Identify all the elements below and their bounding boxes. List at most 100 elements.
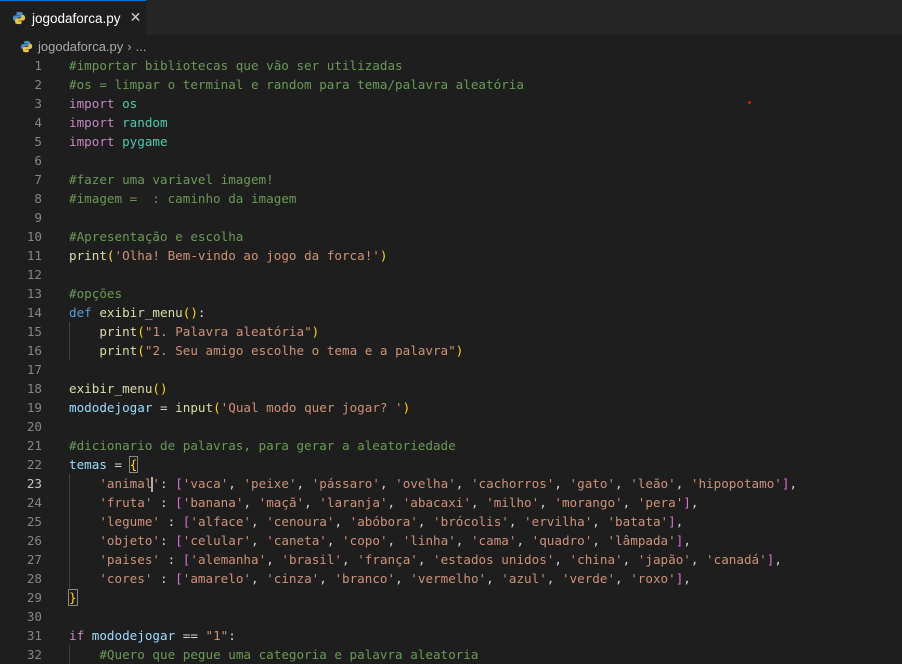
line-number: 13	[26, 286, 42, 301]
line-number: 18	[26, 381, 42, 396]
line-number: 30	[26, 609, 42, 624]
code-token: [	[175, 476, 183, 491]
code-text: 'animal': ['vaca', 'peixe', 'pássaro', '…	[69, 474, 797, 493]
code-token: 'pera'	[637, 495, 684, 510]
code-editor[interactable]: 1 #importar bibliotecas que vão ser utili…	[0, 56, 902, 664]
code-token: ==	[175, 628, 206, 643]
code-line-25[interactable]: 25 'legume' : ['alface', 'cenoura', 'abó…	[0, 512, 902, 531]
code-line-2[interactable]: 2 #os = limpar o terminal e random para t…	[0, 75, 902, 94]
breadcrumb-file[interactable]: jogodaforca.py	[38, 39, 123, 54]
close-icon[interactable]: ✕	[130, 11, 142, 25]
code-text: 'objeto': ['celular', 'caneta', 'copo', …	[69, 531, 691, 550]
indent-guide	[69, 322, 70, 360]
code-token: 'branco'	[334, 571, 396, 586]
breadcrumb-more[interactable]: ...	[136, 39, 147, 54]
code-token: 'alface'	[190, 514, 252, 529]
code-line-23[interactable]: 23 'animal': ['vaca', 'peixe', 'pássaro'…	[0, 474, 902, 493]
line-number: 23	[26, 476, 42, 491]
code-token: random	[122, 115, 168, 130]
code-token: 'vaca'	[182, 476, 229, 491]
code-token: )	[311, 324, 320, 339]
code-token: print	[69, 248, 107, 263]
code-line-1[interactable]: 1 #importar bibliotecas que vão ser utili…	[0, 56, 902, 75]
code-token: (	[106, 248, 115, 263]
tab-title: jogodaforca.py	[32, 10, 121, 26]
code-token: ,	[228, 476, 244, 491]
code-token: ,	[539, 495, 555, 510]
code-token: 'vermelho'	[410, 571, 487, 586]
code-token: 'cachorros'	[470, 476, 555, 491]
code-token: :	[152, 571, 176, 586]
code-line-12[interactable]: 12	[0, 265, 902, 284]
code-token: ,	[251, 533, 267, 548]
code-line-14[interactable]: 14 def exibir_menu():	[0, 303, 902, 322]
code-line-27[interactable]: 27 'paises' : ['alemanha', 'brasil', 'fr…	[0, 550, 902, 569]
code-line-4[interactable]: 4 import random	[0, 113, 902, 132]
code-line-17[interactable]: 17	[0, 360, 902, 379]
code-line-30[interactable]: 30	[0, 607, 902, 626]
code-line-11[interactable]: 11 print('Olha! Bem-vindo ao jogo da forc…	[0, 246, 902, 265]
line-number: 28	[26, 571, 42, 586]
code-line-5[interactable]: 5 import pygame	[0, 132, 902, 151]
code-line-9[interactable]: 9	[0, 208, 902, 227]
tab-jogodaforca[interactable]: jogodaforca.py ✕	[0, 0, 146, 35]
code-line-20[interactable]: 20	[0, 417, 902, 436]
code-token: ,	[675, 514, 684, 529]
code-text: 'fruta' : ['banana', 'maçã', 'laranja', …	[69, 493, 698, 512]
code-line-31[interactable]: 31 if mododejogar == "1":	[0, 626, 902, 645]
line-number: 25	[26, 514, 42, 529]
line-number: 22	[26, 457, 42, 472]
code-token: "2. Seu amigo escolhe o tema e a palavra…	[144, 343, 456, 358]
code-line-10[interactable]: 10 #Apresentação e escolha	[0, 227, 902, 246]
code-token: #fazer uma variavel imagem!	[69, 172, 274, 187]
code-token: 'ovelha'	[395, 476, 456, 491]
code-line-28[interactable]: 28 'cores' : ['amarelo', 'cinza', 'branc…	[0, 569, 902, 588]
code-line-22[interactable]: 22 temas = {	[0, 455, 902, 474]
code-text: exibir_menu()	[69, 379, 168, 398]
code-token: ,	[554, 476, 570, 491]
code-line-13[interactable]: 13 #opções	[0, 284, 902, 303]
code-token: ,	[789, 476, 798, 491]
code-line-21[interactable]: 21 #dicionario de palavras, para gerar a …	[0, 436, 902, 455]
code-token: 'fruta'	[99, 495, 153, 510]
code-line-3[interactable]: 3 import os	[0, 94, 902, 113]
code-token: #os = limpar o terminal e random para te…	[69, 77, 524, 92]
code-token: 'cinza'	[266, 571, 320, 586]
line-number: 11	[26, 248, 42, 263]
code-text: import pygame	[69, 132, 168, 151]
code-token: ,	[251, 514, 267, 529]
code-line-15[interactable]: 15 print("1. Palavra aleatória")	[0, 322, 902, 341]
code-token: [	[175, 533, 183, 548]
code-token: ,	[690, 552, 707, 567]
code-line-32[interactable]: 32 #Quero que pegue uma categoria e pala…	[0, 645, 902, 664]
code-token: ,	[516, 533, 532, 548]
code-line-29[interactable]: 29}	[0, 588, 902, 607]
line-number: 16	[26, 343, 42, 358]
code-line-19[interactable]: 19 mododejogar = input('Qual modo quer jo…	[0, 398, 902, 417]
code-token: ,	[615, 571, 631, 586]
code-token: ,	[455, 533, 471, 548]
line-number: 29	[26, 590, 42, 605]
code-token: '	[152, 476, 161, 491]
code-token: }	[68, 589, 78, 606]
code-line-7[interactable]: 7 #fazer uma variavel imagem!	[0, 170, 902, 189]
code-line-24[interactable]: 24 'fruta' : ['banana', 'maçã', 'laranja…	[0, 493, 902, 512]
code-line-16[interactable]: 16 print("2. Seu amigo escolhe o tema e …	[0, 341, 902, 360]
code-token: 'alemanha'	[190, 552, 267, 567]
code-token: ,	[342, 552, 358, 567]
code-token: #importar bibliotecas que vão ser utiliz…	[69, 58, 403, 73]
code-token: ,	[417, 552, 434, 567]
code-token: #imagem = : caminho da imagem	[69, 191, 297, 206]
code-line-18[interactable]: 18 exibir_menu()	[0, 379, 902, 398]
code-token: ,	[690, 495, 699, 510]
code-token: pygame	[122, 134, 168, 149]
code-line-6[interactable]: 6	[0, 151, 902, 170]
code-line-8[interactable]: 8 #imagem = : caminho da imagem	[0, 189, 902, 208]
code-token: ,	[326, 533, 343, 548]
code-token: 'celular'	[182, 533, 252, 548]
code-token: temas	[69, 457, 107, 472]
minimap-error-marker	[748, 101, 751, 104]
code-line-26[interactable]: 26 'objeto': ['celular', 'caneta', 'copo…	[0, 531, 902, 550]
